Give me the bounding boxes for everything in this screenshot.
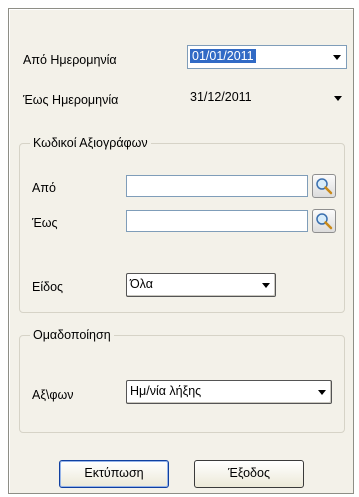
date-from-value: 01/01/2011 (190, 49, 256, 63)
securities-from-label: Από (32, 181, 56, 195)
securities-codes-group-title: Κωδικοί Αξιογράφων (30, 136, 151, 150)
securities-codes-group: Κωδικοί Αξιογράφων Από Έως Είδος Όλα (19, 136, 345, 313)
chevron-down-icon[interactable] (318, 390, 326, 395)
type-label: Είδος (32, 280, 64, 294)
type-select-value: Όλα (130, 277, 153, 291)
date-to-value: 31/12/2011 (190, 90, 252, 104)
grouping-group: Ομαδοποίηση Αξ\φων Ημ/νία λήξης (19, 328, 345, 433)
chevron-down-icon[interactable] (334, 96, 342, 101)
magnifier-search-icon (316, 213, 333, 230)
chevron-down-icon[interactable] (262, 283, 270, 288)
window-frame: Από Ημερομηνία 01/01/2011 Έως Ημερομηνία… (0, 0, 359, 497)
print-button[interactable]: Εκτύπωση (59, 460, 169, 488)
grouping-select[interactable]: Ημ/νία λήξης (126, 380, 332, 404)
securities-to-search-button[interactable] (312, 209, 336, 233)
magnifier-search-icon (316, 178, 333, 195)
securities-from-input[interactable] (126, 175, 308, 197)
date-to-label: Έως Ημερομηνία (23, 93, 119, 107)
date-from-combo[interactable]: 01/01/2011 (187, 45, 347, 69)
grouping-label: Αξ\φων (32, 388, 74, 402)
date-from-label: Από Ημερομηνία (23, 53, 117, 67)
date-to-combo[interactable]: 31/12/2011 (187, 87, 347, 109)
report-dialog: Από Ημερομηνία 01/01/2011 Έως Ημερομηνία… (8, 8, 354, 494)
exit-button[interactable]: Έξοδος (194, 460, 304, 488)
type-select[interactable]: Όλα (126, 273, 276, 297)
securities-to-input[interactable] (126, 210, 308, 232)
securities-to-label: Έως (32, 216, 58, 230)
grouping-select-value: Ημ/νία λήξης (130, 384, 202, 398)
grouping-group-title: Ομαδοποίηση (30, 328, 114, 342)
securities-from-search-button[interactable] (312, 174, 336, 198)
chevron-down-icon[interactable] (333, 55, 341, 60)
